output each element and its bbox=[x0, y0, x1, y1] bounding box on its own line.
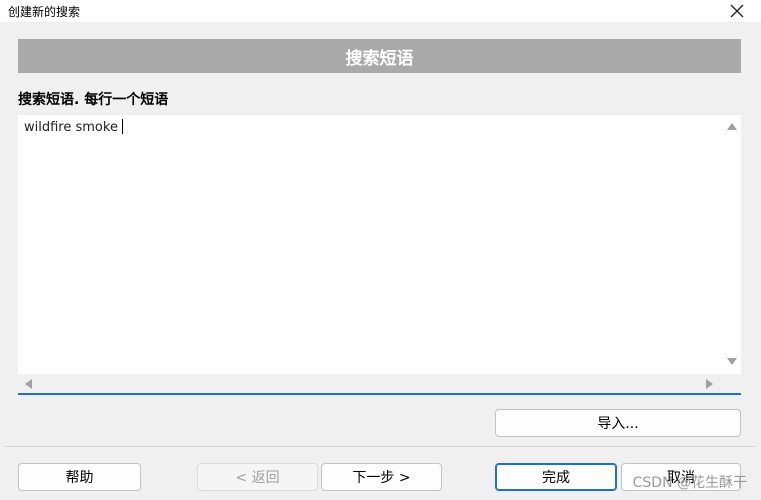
phrase-line: wildfire smoke bbox=[24, 120, 118, 135]
vertical-scrollbar[interactable] bbox=[722, 115, 741, 374]
scroll-corner bbox=[722, 374, 741, 393]
scroll-right-icon[interactable] bbox=[706, 379, 713, 389]
phrases-text: wildfire smoke bbox=[24, 119, 123, 135]
import-button[interactable]: 导入... bbox=[495, 409, 741, 437]
scroll-down-icon[interactable] bbox=[727, 358, 737, 365]
help-button[interactable]: 帮助 bbox=[18, 463, 141, 491]
horizontal-scrollbar[interactable] bbox=[18, 374, 722, 393]
window-title: 创建新的搜索 bbox=[8, 5, 81, 19]
text-caret bbox=[121, 119, 123, 134]
scroll-up-icon[interactable] bbox=[727, 123, 737, 130]
close-icon bbox=[730, 4, 744, 18]
next-button[interactable]: 下一步 > bbox=[321, 463, 442, 491]
dialog-body: 搜索短语 搜索短语. 每行一个短语 wildfire smoke 导入... 帮… bbox=[0, 22, 761, 500]
phrases-textarea[interactable]: wildfire smoke bbox=[18, 115, 741, 395]
title-bar: 创建新的搜索 bbox=[0, 0, 761, 22]
instruction-label: 搜索短语. 每行一个短语 bbox=[18, 92, 169, 108]
watermark-text: CSDN @花生酥干 bbox=[632, 475, 747, 491]
finish-button[interactable]: 完成 bbox=[495, 463, 617, 491]
close-button[interactable] bbox=[727, 1, 747, 21]
section-banner: 搜索短语 bbox=[18, 39, 741, 73]
scroll-left-icon[interactable] bbox=[25, 379, 32, 389]
footer-divider bbox=[5, 446, 756, 447]
back-button[interactable]: < 返回 bbox=[197, 463, 318, 491]
